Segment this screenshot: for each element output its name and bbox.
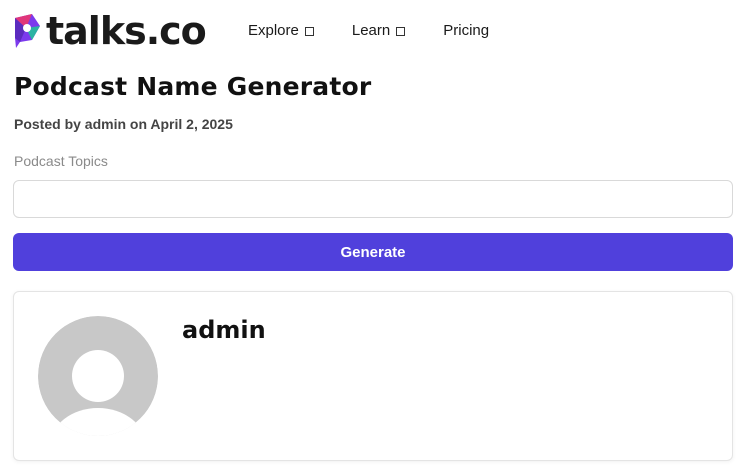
podcast-topics-input[interactable] <box>13 180 733 218</box>
main-nav: Explore Learn Pricing <box>248 22 527 40</box>
nav-item-explore[interactable]: Explore <box>248 22 314 40</box>
dropdown-icon <box>304 27 314 36</box>
default-user-icon <box>38 316 158 436</box>
site-logo[interactable]: talks.co <box>12 9 207 53</box>
nav-item-learn[interactable]: Learn <box>351 22 406 40</box>
author-box: admin <box>13 291 733 461</box>
brand-name: talks.co <box>46 9 207 53</box>
generate-button[interactable]: Generate <box>13 233 733 271</box>
post-meta: Posted by admin on April 2, 2025 <box>14 116 233 132</box>
page-title: Podcast Name Generator <box>14 72 372 101</box>
site-header: talks.co Explore Learn Pricing <box>0 0 750 64</box>
nav-item-label: Explore <box>248 22 299 39</box>
dropdown-icon <box>396 27 406 36</box>
nav-item-label: Learn <box>351 22 391 39</box>
nav-item-label: Pricing <box>443 22 490 39</box>
author-name[interactable]: admin <box>182 316 266 344</box>
podcast-topics-label: Podcast Topics <box>14 153 108 169</box>
nav-item-pricing[interactable]: Pricing <box>443 22 489 40</box>
talks-logo-icon <box>12 12 42 50</box>
